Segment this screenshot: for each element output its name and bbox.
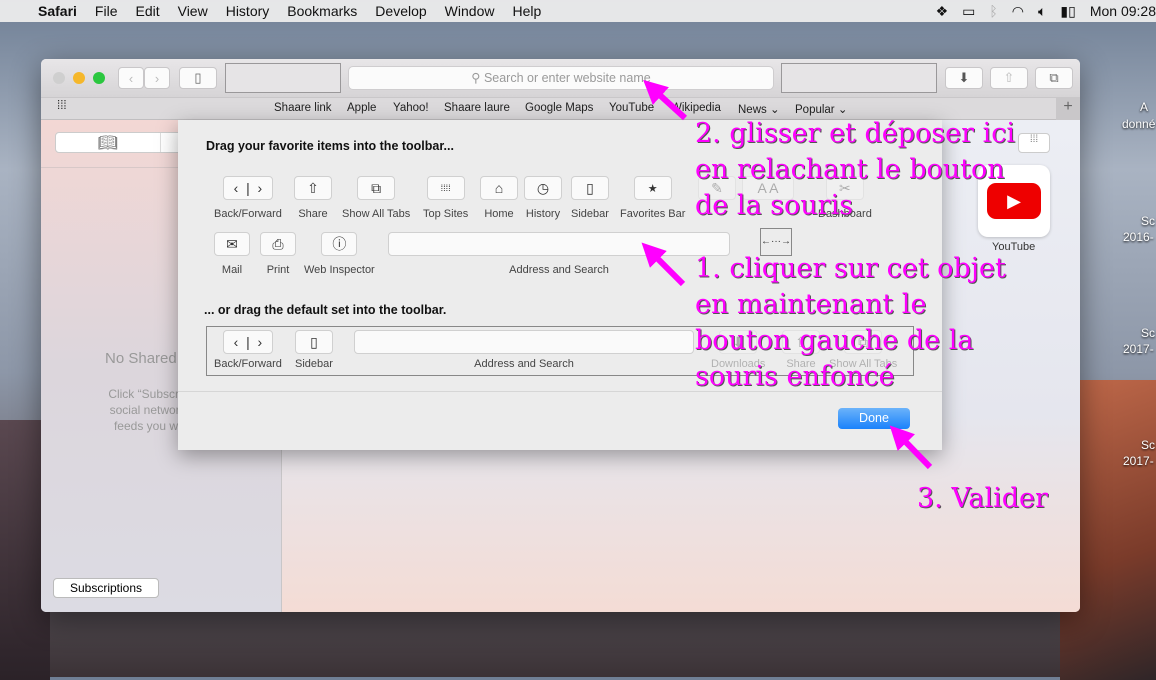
default-set-heading: ... or drag the default set into the too… <box>204 303 447 317</box>
done-button[interactable]: Done <box>838 408 910 429</box>
info-icon: ⓘ <box>332 236 347 252</box>
palette-address-search[interactable]: Address and Search <box>388 232 730 276</box>
palette-top-sites[interactable]: ⁞⁞⁞⁞ Top Sites <box>423 176 468 220</box>
favorite-link[interactable]: Google Maps <box>525 102 593 114</box>
menu-help[interactable]: Help <box>512 3 541 19</box>
mail-icon: ✉ <box>226 235 238 252</box>
battery-icon[interactable]: ▮▯ <box>1060 3 1075 20</box>
menu-history[interactable]: History <box>226 3 270 19</box>
dropbox-icon[interactable]: ❖ <box>936 3 949 20</box>
favorite-folder-news[interactable]: News ⌄ <box>738 102 780 116</box>
forward-button[interactable]: › <box>144 67 170 89</box>
top-sites-grid-icon[interactable]: ⁞⁞⁞ <box>57 100 67 112</box>
zoom-button[interactable] <box>93 72 105 84</box>
menu-safari[interactable]: Safari <box>38 3 77 19</box>
favorite-link[interactable]: Shaare laure <box>444 102 510 114</box>
new-tab-button[interactable]: + <box>1056 98 1080 120</box>
default-sidebar: ▯ Sidebar <box>295 330 333 370</box>
share-icon[interactable]: ⇧ <box>990 67 1028 89</box>
back-icon: ‹ | › <box>233 180 263 196</box>
back-button[interactable]: ‹ <box>118 67 144 89</box>
desktop-label[interactable]: Sc <box>1141 326 1155 340</box>
desktop-label[interactable]: Sc <box>1141 214 1155 228</box>
desktop-label[interactable]: donné <box>1122 117 1155 131</box>
favorite-link[interactable]: Yahoo! <box>393 102 429 114</box>
menu-window[interactable]: Window <box>445 3 495 19</box>
annotation-step2: 2. glisser et déposer ici en relachant l… <box>695 118 1016 221</box>
palette-web-inspector[interactable]: ⓘ Web Inspector <box>304 232 375 276</box>
favorite-link[interactable]: Shaare link <box>274 102 332 114</box>
grid-icon: ⁞⁞⁞⁞ <box>440 183 451 193</box>
search-icon: ⚲ <box>471 71 484 85</box>
favorite-link[interactable]: YouTube <box>609 102 654 114</box>
minimize-button[interactable] <box>73 72 85 84</box>
share-icon: ⇧ <box>307 179 319 196</box>
palette-back-forward[interactable]: ‹ | › Back/Forward <box>214 176 282 220</box>
palette-show-all-tabs[interactable]: ⧉ Show All Tabs <box>342 176 410 220</box>
tabs-icon: ⧉ <box>371 179 382 196</box>
volume-icon[interactable]: 🔈︎ <box>1038 3 1046 20</box>
palette-mail[interactable]: ✉ Mail <box>214 232 250 276</box>
home-icon: ⌂ <box>494 180 504 196</box>
bluetooth-icon[interactable]: ᛒ <box>989 3 997 19</box>
annotation-step3: 3. Valider <box>917 483 1048 514</box>
toolbar: ‹ › ▯ ⚲ Search or enter website name ⬇ ⇧… <box>41 59 1080 97</box>
sidebar-toggle-icon[interactable]: ▯ <box>179 67 217 89</box>
palette-sidebar[interactable]: ▯ Sidebar <box>571 176 609 220</box>
wifi-icon[interactable]: ◠ <box>1012 3 1024 20</box>
downloads-icon[interactable]: ⬇ <box>945 67 983 89</box>
menu-file[interactable]: File <box>95 3 118 19</box>
default-back-forward: ‹ | › Back/Forward <box>214 330 282 370</box>
desktop-label[interactable]: Sc <box>1141 438 1155 452</box>
annotation-step1: 1. cliquer sur cet objet en maintenant l… <box>695 253 1006 392</box>
desktop-label[interactable]: 2016- <box>1123 230 1154 244</box>
favorite-link[interactable]: Apple <box>347 102 376 114</box>
default-address-search: Address and Search <box>354 330 694 370</box>
desktop-label[interactable]: A <box>1140 100 1148 114</box>
menu-view[interactable]: View <box>178 3 208 19</box>
toolbar-drop-slot[interactable] <box>781 63 937 93</box>
tabs-icon[interactable]: ⧉ <box>1035 67 1073 89</box>
favorite-items-heading: Drag your favorite items into the toolba… <box>206 139 454 153</box>
bookmarks-tab-icon[interactable]: 📖︎ <box>56 133 161 152</box>
star-icon: ★ <box>647 182 658 195</box>
palette-home[interactable]: ⌂ Home <box>480 176 518 220</box>
menu-develop[interactable]: Develop <box>375 3 426 19</box>
toolbar-drop-slot[interactable] <box>225 63 341 93</box>
clock-icon: ◷ <box>536 179 550 196</box>
menu-bookmarks[interactable]: Bookmarks <box>287 3 357 19</box>
airplay-icon[interactable]: ▭ <box>962 3 975 20</box>
address-bar[interactable]: ⚲ Search or enter website name <box>348 66 774 90</box>
close-button[interactable] <box>53 72 65 84</box>
desktop-label[interactable]: 2017- <box>1123 342 1154 356</box>
favorite-folder-popular[interactable]: Popular ⌄ <box>795 102 847 116</box>
menu-edit[interactable]: Edit <box>135 3 159 19</box>
printer-icon: ⎙ <box>272 235 284 252</box>
palette-favorites-bar[interactable]: ★ Favorites Bar <box>620 176 685 220</box>
flexible-space-icon: ←···→ <box>761 236 791 247</box>
sidebar-icon: ▯ <box>586 179 594 196</box>
subscriptions-button[interactable]: Subscriptions <box>53 578 159 598</box>
palette-history[interactable]: ◷ History <box>524 176 562 220</box>
no-shared-links-title: No Shared <box>105 350 177 367</box>
clock[interactable]: Mon 09:28 <box>1090 3 1156 19</box>
menu-bar: Safari File Edit View History Bookmarks … <box>0 0 1156 22</box>
desktop-label[interactable]: 2017- <box>1123 454 1154 468</box>
top-sites-toggle[interactable]: ⁞⁞⁞ <box>1018 133 1050 153</box>
favorite-link[interactable]: Wikipedia <box>671 102 721 114</box>
palette-share[interactable]: ⇧ Share <box>294 176 332 220</box>
palette-print[interactable]: ⎙ Print <box>260 232 296 276</box>
